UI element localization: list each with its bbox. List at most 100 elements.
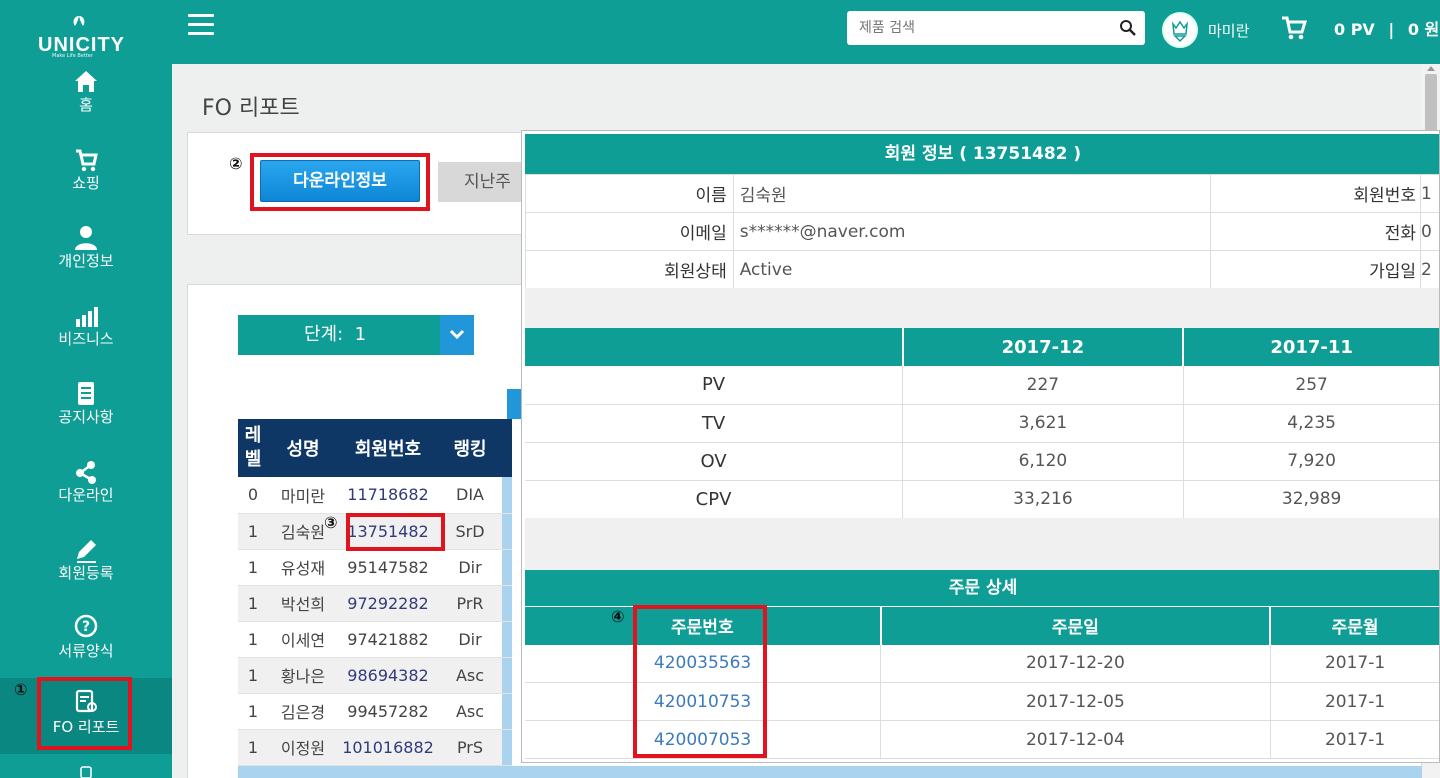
info-label: 전화 xyxy=(1210,212,1421,251)
cell-cut xyxy=(502,585,512,622)
highlight-box-downline-button xyxy=(250,153,430,211)
downline-table: 레 벨 성명 회원번호 랭킹 0 마미란 11718682 DIA 1 김숙원 13751… xyxy=(238,419,512,766)
info-value: Active xyxy=(732,250,1212,289)
sidebar-item-label: 공지사항 xyxy=(58,408,114,426)
cell-rank: DIA xyxy=(438,477,502,514)
info-label: 회원번호 xyxy=(1210,174,1421,213)
popup-title: 회원 정보 ( 13751482 ) xyxy=(525,134,1439,174)
stats-value: 6,120 xyxy=(902,442,1184,481)
table-row: 1 김은경 99457282 Asc xyxy=(238,693,512,730)
stats-value: 32,989 xyxy=(1183,480,1439,519)
cell-level: 1 xyxy=(238,729,268,766)
col-name[interactable]: 성명 xyxy=(268,419,338,477)
info-label: 이름 xyxy=(525,174,734,213)
annotation-marker-4: ④ xyxy=(611,607,625,626)
question-icon: ? xyxy=(74,614,98,638)
cell-rank: PrS xyxy=(438,729,502,766)
order-date: 2017-12-20 xyxy=(880,644,1271,683)
stats-value: 257 xyxy=(1183,366,1439,405)
pv-value: 0 PV xyxy=(1334,20,1375,39)
sidebar-item-profile[interactable]: 개인정보 xyxy=(0,224,172,300)
cell-level: 1 xyxy=(238,657,268,694)
stats-label: TV xyxy=(525,404,904,443)
level-select[interactable]: 단계: 1 xyxy=(238,315,474,355)
cell-name: 박선희 xyxy=(268,585,338,622)
cell-member-id-link[interactable]: 98694382 xyxy=(338,657,438,694)
search-input[interactable] xyxy=(847,11,1097,45)
user-icon xyxy=(75,226,97,250)
stats-header-blank xyxy=(525,328,904,366)
cell-cut xyxy=(502,657,512,694)
dropdown-button[interactable] xyxy=(440,315,474,355)
cart-icon[interactable] xyxy=(1280,14,1308,42)
top-bar: 마미란 0 PV | 0 원 xyxy=(172,0,1440,64)
info-value: 1 xyxy=(1419,174,1439,213)
sidebar-item-register[interactable]: 회원등록 xyxy=(0,536,172,612)
level-value: 1 xyxy=(354,324,367,345)
cell-cut xyxy=(502,621,512,658)
sidebar-item-label: 비즈니스 xyxy=(58,330,114,348)
annotation-marker-3: ③ xyxy=(324,513,338,532)
cell-member-id-link[interactable]: 101016882 xyxy=(338,729,438,766)
cell-name: 김은경 xyxy=(268,693,338,730)
cell-level: 0 xyxy=(238,477,268,514)
divider xyxy=(525,288,1439,328)
cell-rank: Asc xyxy=(438,693,502,730)
info-label: 이메일 xyxy=(525,212,734,251)
info-value: s******@naver.com xyxy=(732,212,1212,251)
stats-label: CPV xyxy=(525,480,904,519)
cell-cut xyxy=(502,549,512,586)
sidebar-item-label: 개인정보 xyxy=(58,252,114,270)
table-row: 1 이정원 101016882 PrS xyxy=(238,729,512,766)
home-icon xyxy=(75,71,97,92)
username[interactable]: 마미란 xyxy=(1208,20,1249,41)
cell-name: 황나은 xyxy=(268,657,338,694)
table-row: 1 이세연 97421882 Dir xyxy=(238,621,512,658)
cell-cut xyxy=(502,729,512,766)
avatar[interactable] xyxy=(1162,12,1198,48)
stats-month: 2017-12 xyxy=(902,328,1185,366)
stats-label: OV xyxy=(525,442,904,481)
sidebar-item-notice[interactable]: 공지사항 xyxy=(0,380,172,456)
share-icon xyxy=(76,461,96,484)
col-level[interactable]: 레 벨 xyxy=(238,419,268,477)
annotation-marker-1: ① xyxy=(14,680,28,699)
sidebar-item-home[interactable]: 홈 xyxy=(0,68,172,144)
sidebar-item-business[interactable]: 비즈니스 xyxy=(0,302,172,378)
scroll-up-icon[interactable] xyxy=(1427,66,1435,71)
stats-value: 4,235 xyxy=(1183,404,1439,443)
cell-level: 1 xyxy=(238,621,268,658)
col-cut xyxy=(502,419,512,477)
monthly-stats-table: 2017-12 2017-11 PV 227 257 TV 3,621 4,235 OV… xyxy=(525,328,1439,519)
cell-name: 유성재 xyxy=(268,549,338,586)
info-label: 회원상태 xyxy=(525,250,734,289)
info-value: 김숙원 xyxy=(732,174,1212,213)
cell-cut xyxy=(502,477,512,514)
search-icon[interactable] xyxy=(1119,19,1137,37)
menu-icon[interactable] xyxy=(188,14,214,36)
sidebar-item-shopping[interactable]: 쇼핑 xyxy=(0,146,172,222)
scrollbar-thumb[interactable] xyxy=(1425,74,1437,132)
sidebar-item-label: 서류양식 xyxy=(58,642,114,660)
cell-member-id-link[interactable]: 11718682 xyxy=(338,477,438,514)
cell-rank: Asc xyxy=(438,657,502,694)
stats-month: 2017-11 xyxy=(1183,328,1439,366)
cell-rank: Dir xyxy=(438,621,502,658)
sidebar-item-downline[interactable]: 다운라인 xyxy=(0,458,172,534)
stats-row: PV 227 257 xyxy=(525,366,1439,405)
sidebar-item-more[interactable] xyxy=(0,756,172,778)
stats-label: PV xyxy=(525,366,904,405)
col-member-id[interactable]: 회원번호 xyxy=(338,419,438,477)
info-row: 이름 김숙원 회원번호 1 xyxy=(525,174,1439,213)
brand-tagline: Make Life Better xyxy=(52,53,93,59)
highlight-box-fo-report xyxy=(37,677,132,750)
cell-member-id-link[interactable]: 97292282 xyxy=(338,585,438,622)
column-strip xyxy=(507,389,522,419)
order-date: 2017-12-05 xyxy=(880,682,1271,721)
cell-rank: Dir xyxy=(438,549,502,586)
sidebar-item-label: 쇼핑 xyxy=(72,174,100,192)
last-week-button[interactable]: 지난주 xyxy=(438,162,528,202)
col-rank[interactable]: 랭킹 xyxy=(438,419,502,477)
cell-name: 이세연 xyxy=(268,621,338,658)
highlight-box-order-numbers xyxy=(633,605,767,758)
